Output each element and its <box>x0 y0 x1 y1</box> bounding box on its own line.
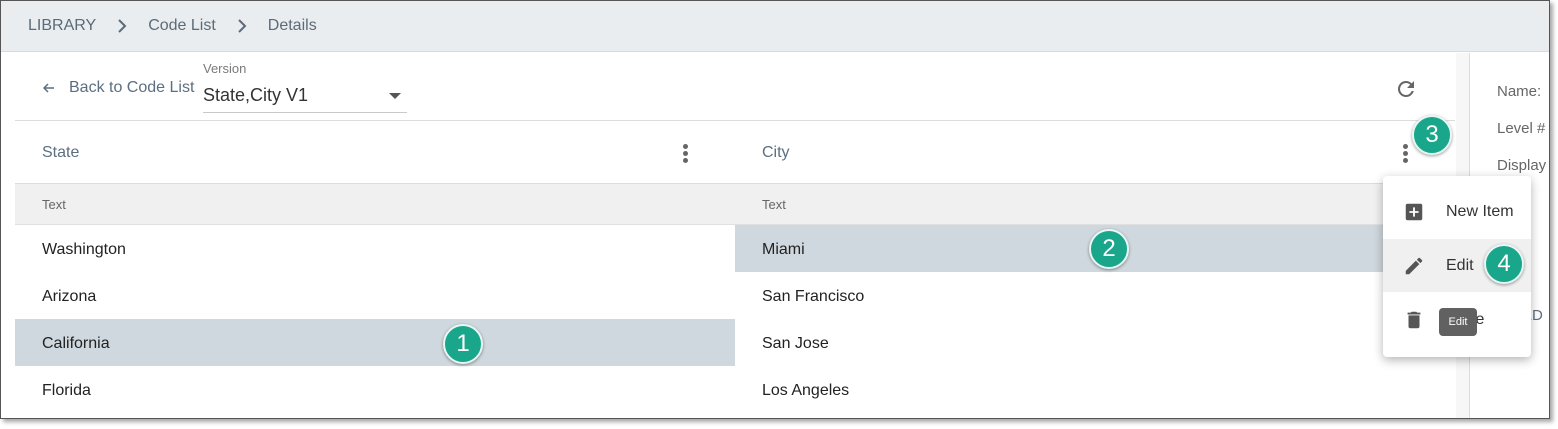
app-window: LIBRARY Code List Details Back to Code L… <box>0 0 1550 419</box>
list-item-label: Miami <box>762 241 805 258</box>
city-column: City Text Miami San Francisco San Jose L… <box>735 122 1455 413</box>
list-item[interactable]: San Francisco <box>735 272 1455 319</box>
breadcrumb-library[interactable]: LIBRARY <box>28 17 96 35</box>
state-more-options-icon[interactable] <box>683 144 689 164</box>
list-item-label: San Jose <box>762 335 829 352</box>
city-subheader-label: Text <box>762 197 786 212</box>
version-label: Version <box>203 61 247 76</box>
menu-item-new-item[interactable]: New Item <box>1383 185 1531 238</box>
version-select[interactable]: Version State,City V1 <box>203 61 407 113</box>
list-item-label: Los Angeles <box>762 382 850 399</box>
city-subheader: Text <box>735 184 1455 225</box>
back-link-label: Back to Code List <box>69 79 195 96</box>
list-item[interactable]: Florida <box>15 366 735 413</box>
list-item[interactable]: Washington <box>15 225 735 272</box>
state-column-header: State <box>15 122 735 184</box>
side-label-name: Name: <box>1497 83 1542 100</box>
callout-badge-4: 4 <box>1484 244 1524 284</box>
list-item-selected[interactable]: California <box>15 319 735 366</box>
breadcrumb: LIBRARY Code List Details <box>1 1 1549 52</box>
trash-icon <box>1407 311 1421 328</box>
state-column: State Text Washington Arizona California… <box>15 122 735 413</box>
chevron-right-icon <box>116 19 128 33</box>
state-subheader: Text <box>15 184 735 225</box>
breadcrumb-details: Details <box>267 17 317 34</box>
state-subheader-label: Text <box>42 197 66 212</box>
callout-badge-1: 1 <box>443 324 483 364</box>
side-label-level: Level # <box>1497 120 1546 137</box>
caret-down-icon <box>389 93 401 99</box>
city-column-title: City <box>762 144 790 161</box>
subheader: Back to Code List Version State,City V1 <box>15 53 1455 121</box>
list-item[interactable]: Arizona <box>15 272 735 319</box>
side-label-display: Display <box>1497 157 1547 174</box>
add-box-icon <box>1405 203 1423 220</box>
list-item-label: Florida <box>42 382 91 399</box>
main-content: Back to Code List Version State,City V1 … <box>15 53 1455 418</box>
chevron-right-icon <box>236 19 248 33</box>
menu-item-label: New Item <box>1446 202 1514 220</box>
list-item[interactable]: Los Angeles <box>735 366 1455 413</box>
list-item[interactable]: San Jose <box>735 319 1455 366</box>
edit-tooltip: Edit <box>1439 308 1477 336</box>
list-item-label: Arizona <box>42 288 97 305</box>
list-item-label: California <box>42 335 110 352</box>
callout-badge-2: 2 <box>1089 229 1129 269</box>
list-item-label: San Francisco <box>762 288 865 305</box>
breadcrumb-code-list[interactable]: Code List <box>148 17 216 35</box>
state-column-title: State <box>42 144 80 161</box>
list-item-label: Washington <box>42 241 126 258</box>
city-more-options-icon[interactable] <box>1403 144 1409 164</box>
pencil-icon <box>1405 257 1423 274</box>
version-value: State,City V1 <box>203 85 309 105</box>
refresh-icon[interactable] <box>1394 77 1418 101</box>
city-column-header: City <box>735 122 1455 184</box>
callout-badge-3: 3 <box>1412 115 1452 155</box>
back-to-code-list-link[interactable]: Back to Code List <box>43 79 194 97</box>
arrow-left-icon <box>43 83 54 93</box>
menu-item-label: Edit <box>1446 256 1474 274</box>
